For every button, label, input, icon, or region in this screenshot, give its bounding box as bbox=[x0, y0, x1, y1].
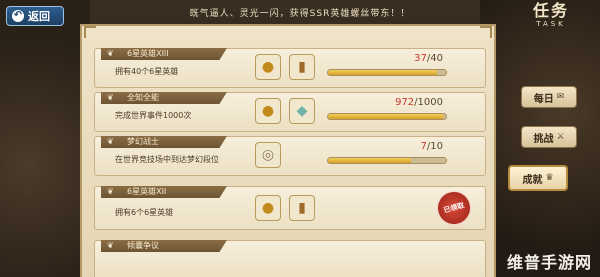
task-marker-icon: ❦ bbox=[107, 187, 114, 196]
claimed-stamp: 已领取 bbox=[433, 187, 475, 229]
tab-daily[interactable]: 每日 ✉ bbox=[521, 86, 577, 108]
task-row[interactable]: ❦ 全知全能 完成世界事件1000次 ● ◆ 972/1000 bbox=[94, 92, 486, 132]
tab-challenge[interactable]: 挑战 ⚔ bbox=[521, 126, 577, 148]
progress-bar bbox=[327, 69, 447, 76]
progress-target: 40 bbox=[430, 53, 443, 64]
task-row[interactable]: ❦ 倾囊争议 bbox=[94, 240, 486, 277]
tab-label: 每日 bbox=[533, 93, 554, 105]
task-progress-text: 7/10 bbox=[363, 141, 443, 152]
task-title-banner: ❦ 6星英雄XII bbox=[101, 186, 227, 198]
site-watermark: 维普手游网 bbox=[506, 253, 592, 272]
progress-bar bbox=[327, 113, 447, 120]
task-description: 完成世界事件1000次 bbox=[115, 111, 192, 120]
announcement-banner: 既气逼人、灵光一闪，获得SSR英雄螺丝带东！！ bbox=[189, 9, 411, 19]
task-title-banner: ❦ 6星英雄XIII bbox=[101, 48, 227, 60]
task-marker-icon: ❦ bbox=[107, 241, 114, 250]
progress-current: 37 bbox=[414, 53, 427, 64]
coin-icon[interactable]: ● bbox=[255, 98, 281, 124]
title-cn: 任务 bbox=[532, 1, 569, 20]
task-row[interactable]: ❦ 6星英雄XIII 拥有40个6星英雄 ● ▮ 37/40 bbox=[94, 48, 486, 88]
progress-target: 1000 bbox=[417, 97, 443, 108]
progress-target: 10 bbox=[430, 141, 443, 152]
card-icon[interactable]: ▮ bbox=[289, 54, 315, 80]
task-marker-icon: ❦ bbox=[107, 93, 114, 102]
title-en: TASK bbox=[536, 20, 566, 28]
task-progress-text: 972/1000 bbox=[363, 97, 443, 108]
tab-achievement[interactable]: 成就 ♛ bbox=[508, 165, 568, 191]
progress-bar-fill bbox=[328, 158, 411, 163]
task-description: 在世界竞技场中到达梦幻段位 bbox=[115, 155, 219, 164]
task-progress-text: 37/40 bbox=[363, 53, 443, 64]
progress-bar bbox=[327, 157, 447, 164]
ring-icon[interactable]: ◎ bbox=[255, 142, 281, 168]
progress-current: 972 bbox=[395, 97, 415, 108]
task-row[interactable]: ❦ 6星英雄XII 拥有6个6星英雄 ● ▮ 已领取 bbox=[94, 186, 486, 230]
coin-icon[interactable]: ● bbox=[255, 54, 281, 80]
task-marker-icon: ❦ bbox=[107, 137, 114, 146]
task-marker-icon: ❦ bbox=[107, 49, 114, 58]
tab-label: 成就 bbox=[522, 174, 543, 186]
trophy-icon: ♛ bbox=[545, 173, 554, 183]
back-button[interactable]: ↶ 返回 bbox=[6, 6, 64, 26]
task-list-panel[interactable]: ❦ 6星英雄XIII 拥有40个6星英雄 ● ▮ 37/40 ❦ 全知全能 完成… bbox=[80, 24, 496, 277]
back-arrow-icon: ↶ bbox=[12, 10, 24, 22]
task-title-banner: ❦ 梦幻战士 bbox=[101, 136, 227, 148]
task-title-banner: ❦ 全知全能 bbox=[101, 92, 227, 104]
sword-icon: ⚔ bbox=[556, 132, 565, 142]
progress-bar-fill bbox=[328, 114, 443, 119]
gem-icon[interactable]: ◆ bbox=[289, 98, 315, 124]
mail-icon: ✉ bbox=[556, 92, 565, 102]
task-title: 倾囊争议 bbox=[127, 241, 159, 250]
task-description: 拥有40个6星英雄 bbox=[115, 67, 179, 76]
task-title: 梦幻战士 bbox=[127, 137, 159, 146]
coin-icon[interactable]: ● bbox=[255, 195, 281, 221]
task-title: 6星英雄XII bbox=[127, 187, 167, 196]
back-label: 返回 bbox=[28, 10, 50, 23]
tab-label: 挑战 bbox=[533, 133, 554, 145]
page-title: 任务 TASK bbox=[516, 2, 586, 29]
task-row[interactable]: ❦ 梦幻战士 在世界竞技场中到达梦幻段位 ◎ 7/10 bbox=[94, 136, 486, 176]
task-title: 6星英雄XIII bbox=[127, 49, 169, 58]
task-title: 全知全能 bbox=[127, 93, 159, 102]
task-title-banner: ❦ 倾囊争议 bbox=[101, 240, 227, 252]
progress-bar-fill bbox=[328, 70, 438, 75]
task-description: 拥有6个6星英雄 bbox=[115, 208, 174, 217]
left-ornament bbox=[0, 0, 90, 277]
card-icon[interactable]: ▮ bbox=[289, 195, 315, 221]
